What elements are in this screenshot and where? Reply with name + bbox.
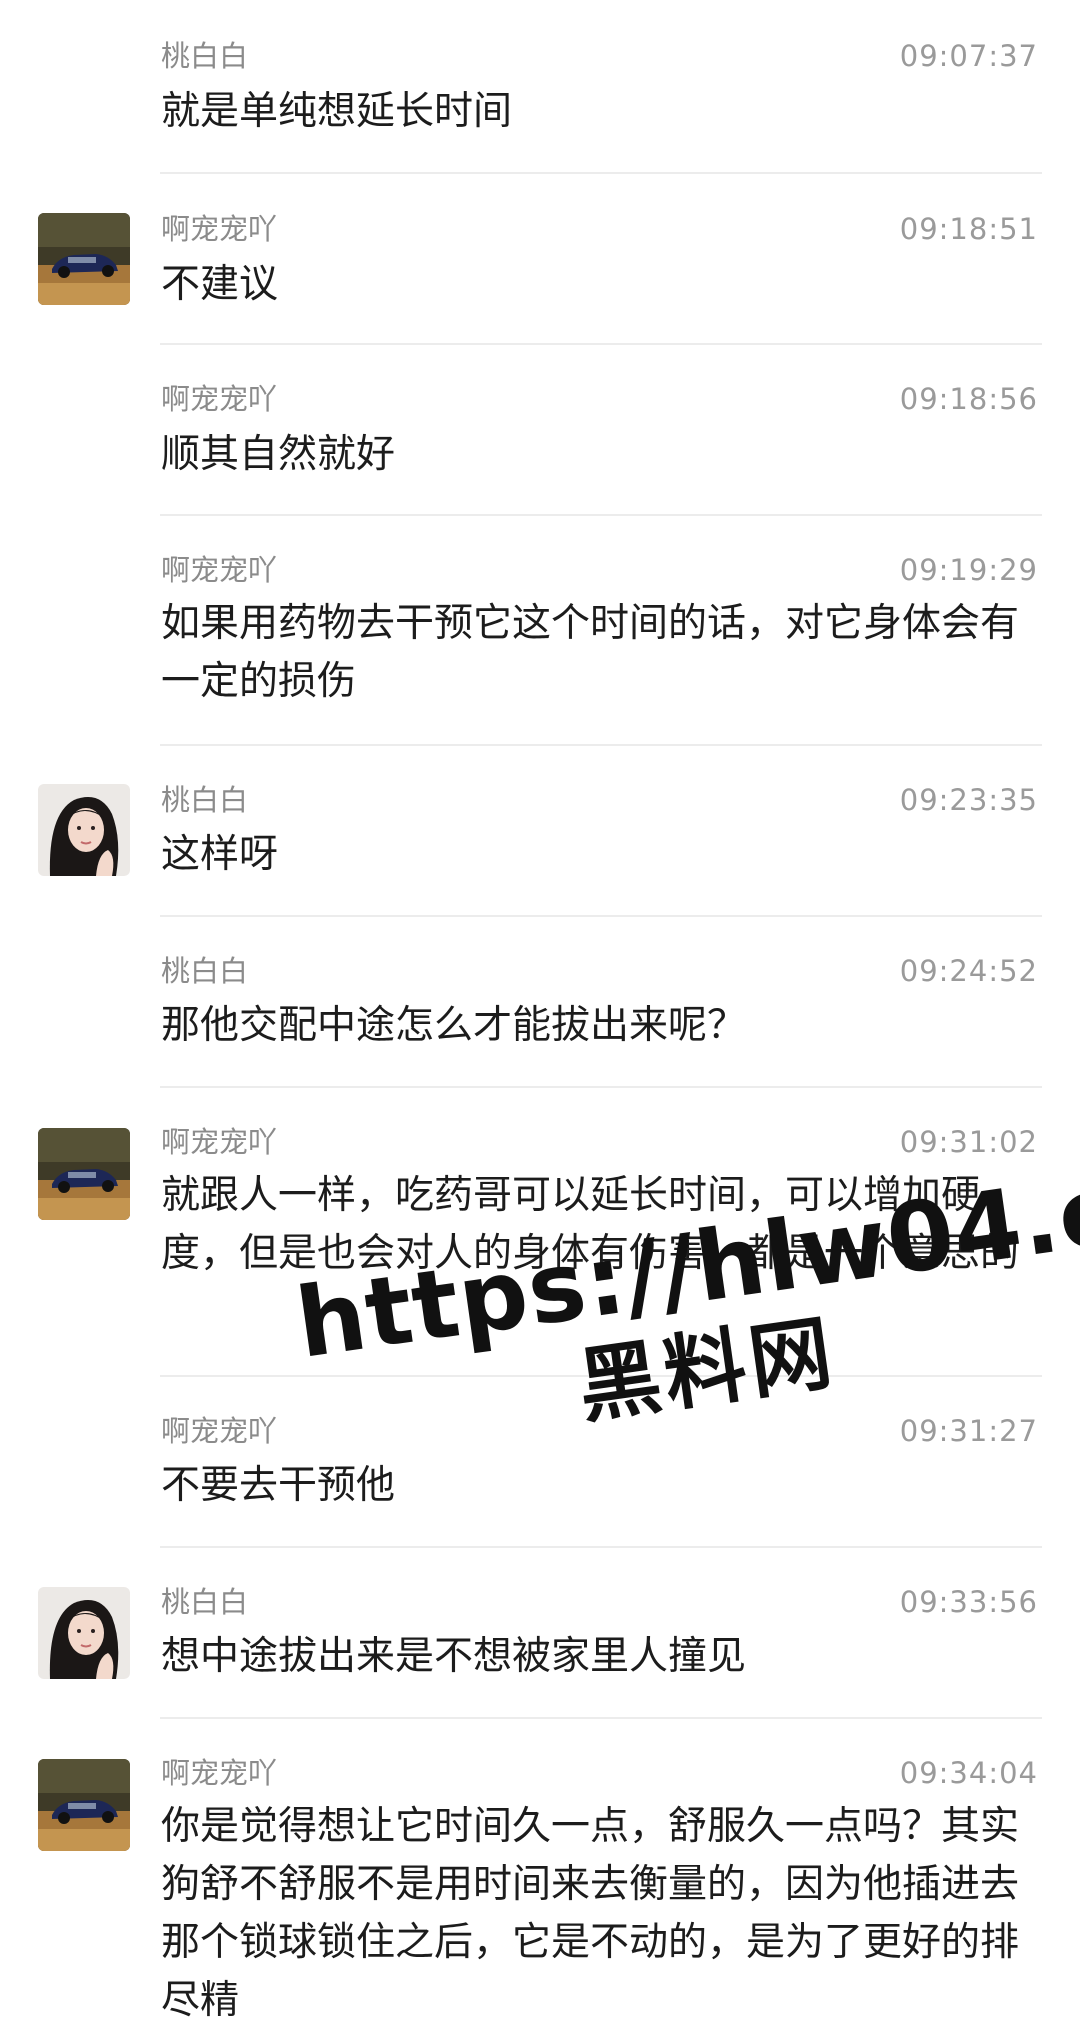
sender-name: 啊宠宠吖 [161,382,278,416]
message-text: 那他交配中途怎么才能拔出来呢？ [161,1003,747,1048]
chat-message[interactable]: 桃白白 09:23:35 这样呀 [0,746,1080,915]
chat-message[interactable]: 啊宠宠吖 09:19:29 如果用药物去干预它这个时间的话，对它身体会有一定的损… [0,516,1080,744]
chat-message[interactable]: 啊宠宠吖 09:18:51 不建议 [0,174,1080,343]
message-text: 就是单纯想延长时间 [161,89,513,134]
girl-avatar[interactable] [38,784,130,876]
chat-message[interactable]: 啊宠宠吖 09:31:27 不要去干预他 [0,1377,1080,1546]
chat-message[interactable]: 啊宠宠吖 09:31:02 就跟人一样，吃药哥可以延长时间，可以增加硬度，但是也… [0,1088,1080,1375]
sender-name: 啊宠宠吖 [161,212,278,246]
message-timestamp: 09:18:51 [899,212,1038,246]
message-timestamp: 09:31:02 [899,1125,1038,1159]
chat-history: 桃白白 09:07:37 就是单纯想延长时间 啊宠宠吖 09:18:51 不建议… [0,0,1080,2039]
car-avatar[interactable] [38,1759,130,1851]
sender-name: 桃白白 [161,954,249,988]
sender-name: 啊宠宠吖 [161,1414,278,1448]
message-text: 就跟人一样，吃药哥可以延长时间，可以增加硬度，但是也会对人的身体有伤害，都是一个… [161,1173,1020,1276]
message-text: 你是觉得想让它时间久一点，舒服久一点吗？其实狗舒不舒服不是用时间来去衡量的，因为… [161,1804,1020,2023]
chat-message[interactable]: 啊宠宠吖 09:34:04 你是觉得想让它时间久一点，舒服久一点吗？其实狗舒不舒… [0,1719,1080,2039]
message-timestamp: 09:18:56 [899,382,1038,416]
car-avatar[interactable] [38,1128,130,1220]
message-timestamp: 09:31:27 [899,1414,1038,1448]
chat-message[interactable]: 桃白白 09:07:37 就是单纯想延长时间 [0,0,1080,172]
message-timestamp: 09:19:29 [899,553,1038,587]
message-timestamp: 09:23:35 [899,783,1038,817]
sender-name: 啊宠宠吖 [161,1756,278,1790]
car-photo-icon [38,1128,130,1220]
portrait-photo-icon [38,1587,130,1679]
message-text: 这样呀 [161,832,279,877]
message-timestamp: 09:34:04 [899,1756,1038,1790]
sender-name: 桃白白 [161,1585,249,1619]
car-avatar[interactable] [38,213,130,305]
sender-name: 桃白白 [161,39,249,73]
sender-name: 桃白白 [161,783,249,817]
message-text: 不建议 [161,262,279,307]
car-photo-icon [38,213,130,305]
message-text: 想中途拔出来是不想被家里人撞见 [161,1634,747,1679]
car-photo-icon [38,1759,130,1851]
girl-avatar[interactable] [38,1587,130,1679]
chat-message[interactable]: 桃白白 09:24:52 那他交配中途怎么才能拔出来呢？ [0,917,1080,1086]
chat-message[interactable]: 桃白白 09:33:56 想中途拔出来是不想被家里人撞见 [0,1548,1080,1717]
sender-name: 啊宠宠吖 [161,553,278,587]
message-text: 如果用药物去干预它这个时间的话，对它身体会有一定的损伤 [161,601,1020,704]
chat-message[interactable]: 啊宠宠吖 09:18:56 顺其自然就好 [0,345,1080,514]
portrait-photo-icon [38,784,130,876]
message-timestamp: 09:24:52 [899,954,1038,988]
message-timestamp: 09:33:56 [899,1585,1038,1619]
message-timestamp: 09:07:37 [899,39,1038,73]
message-text: 不要去干预他 [161,1463,396,1508]
message-text: 顺其自然就好 [161,432,396,477]
sender-name: 啊宠宠吖 [161,1125,278,1159]
